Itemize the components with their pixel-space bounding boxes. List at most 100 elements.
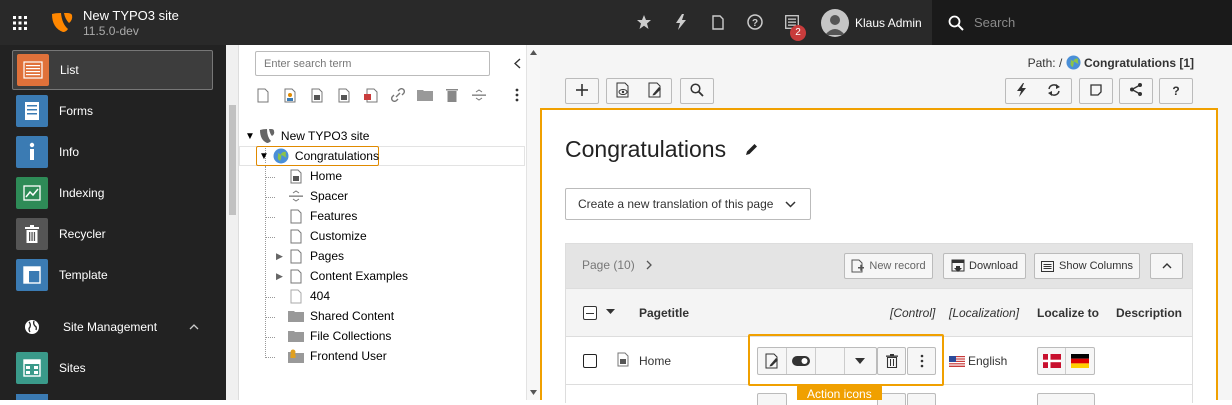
template-icon (16, 259, 48, 291)
module-indexing[interactable]: Indexing (12, 173, 213, 213)
tree-node-pages[interactable]: ▶ Pages (276, 246, 344, 266)
button-label: Show Columns (1059, 260, 1133, 272)
module-menu: List Forms Info Indexing Recycler Templa… (0, 45, 226, 400)
table-header-bar: Page (10) New record Download Show Colum… (566, 244, 1192, 288)
plus-icon (576, 83, 588, 99)
indexing-icon (16, 177, 48, 209)
mountpoint-page-icon[interactable] (336, 86, 352, 104)
module-label: Recycler (59, 227, 106, 241)
translation-select[interactable]: Create a new translation of this page (565, 188, 811, 220)
select-menu-caret-icon[interactable] (606, 309, 615, 314)
expand-triangle-icon[interactable]: ▼ (245, 131, 255, 142)
search-input[interactable] (974, 15, 1224, 30)
next-module-icon (16, 394, 48, 400)
site-name[interactable]: New TYPO3 site (83, 8, 179, 23)
open-documents-icon[interactable] (709, 13, 727, 31)
tree-node-404[interactable]: 404 (288, 286, 330, 306)
action-icons-highlight (748, 334, 944, 386)
help-question-icon: ? (1172, 84, 1180, 98)
module-menu-toggle-grid-icon[interactable] (0, 0, 40, 45)
row-checkbox[interactable] (583, 354, 597, 368)
shortcut-page-icon[interactable] (617, 352, 629, 367)
link-icon[interactable] (390, 86, 406, 104)
module-info[interactable]: Info (12, 132, 213, 172)
user-menu[interactable]: Klaus Admin (812, 0, 932, 45)
recycler-page-icon[interactable] (444, 86, 460, 104)
tree-node-content-examples[interactable]: ▶ Content Examples (276, 266, 408, 286)
tree-node-file-collections[interactable]: File Collections (288, 326, 391, 346)
spacer-menu-icon[interactable] (471, 86, 487, 104)
row-pagetitle[interactable]: Home (639, 354, 671, 368)
external-link-page-icon[interactable] (363, 86, 379, 104)
module-forms[interactable]: Forms (12, 91, 213, 131)
tree-node-congratulations[interactable]: ▼ Congratulations (256, 146, 379, 166)
tree-node-shared-content[interactable]: Shared Content (288, 306, 394, 326)
tree-node-root[interactable]: ▼ New TYPO3 site (245, 126, 369, 146)
module-label: Indexing (59, 186, 105, 200)
select-all-checkbox[interactable] (583, 306, 597, 320)
help-question-icon[interactable]: ? (746, 13, 764, 31)
path-page[interactable]: Congratulations [1] (1084, 56, 1194, 70)
table-title[interactable]: Page (10) (582, 258, 635, 272)
bookmarks-star-icon[interactable] (635, 13, 653, 31)
expand-triangle-icon[interactable]: ▼ (259, 151, 269, 162)
danish-flag-icon[interactable] (1038, 348, 1067, 374)
backend-user-page-icon[interactable] (282, 86, 298, 104)
folder-icon (288, 308, 304, 324)
new-page-icon[interactable] (255, 86, 271, 104)
translation-select-value: Create a new translation of this page (578, 197, 774, 211)
column-header-pagetitle[interactable]: Pagetitle (639, 306, 689, 320)
tree-node-spacer[interactable]: Spacer (288, 186, 348, 206)
module-template[interactable]: Template (12, 255, 213, 295)
reload-icon[interactable] (1047, 83, 1061, 100)
hidden-page-icon (288, 288, 304, 304)
collapsed-triangle-icon[interactable]: ▶ (276, 271, 285, 282)
module-menu-scrollbar[interactable] (226, 45, 239, 400)
german-flag-icon[interactable] (1066, 348, 1094, 374)
clear-cache-lightning-icon[interactable] (672, 13, 690, 31)
list-icon (17, 54, 49, 86)
button-label: New record (869, 260, 926, 272)
edit-pencil-icon[interactable] (745, 135, 758, 162)
bookmark-note-icon (1090, 83, 1102, 99)
notification-badge: 2 (790, 25, 806, 41)
clear-page-cache-lightning-icon[interactable] (1016, 82, 1027, 100)
chevron-right-icon[interactable] (646, 260, 652, 270)
tree-node-customize[interactable]: Customize (288, 226, 367, 246)
add-button[interactable] (565, 78, 599, 104)
svg-text:?: ? (752, 18, 758, 29)
shortcut-page-icon[interactable] (309, 86, 325, 104)
module-sites[interactable]: Sites (12, 348, 213, 388)
collapse-tree-chevron-left-icon[interactable] (514, 58, 521, 69)
edit-page-icon[interactable] (648, 82, 662, 101)
tree-node-frontend-user[interactable]: Frontend User (288, 346, 387, 366)
show-columns-button[interactable]: Show Columns (1034, 253, 1140, 279)
collapse-table-button[interactable] (1150, 253, 1183, 279)
chevron-up-icon[interactable] (189, 324, 199, 330)
button-label: Download (969, 260, 1018, 272)
tree-more-options-icon[interactable] (509, 86, 525, 104)
folder-icon[interactable] (417, 86, 433, 104)
shortcut-bookmark-button[interactable] (1079, 78, 1113, 104)
tree-node-home[interactable]: Home (288, 166, 342, 186)
column-header-description[interactable]: Description (1116, 306, 1182, 320)
typo3-logo-icon[interactable] (50, 10, 74, 34)
site-management-section[interactable]: Site Management (12, 307, 213, 347)
new-record-button[interactable]: New record (844, 253, 933, 279)
view-page-icon[interactable] (616, 82, 630, 101)
collapsed-triangle-icon[interactable]: ▶ (276, 251, 285, 262)
module-list[interactable]: List (12, 50, 213, 90)
share-button[interactable] (1119, 78, 1153, 104)
tree-search-input[interactable] (256, 52, 489, 75)
search-toggle-button[interactable] (680, 78, 714, 104)
globe-icon (24, 319, 40, 335)
main-scrollbar[interactable] (1218, 108, 1232, 400)
chevron-up-icon (1162, 263, 1172, 269)
chevron-down-icon (785, 200, 796, 208)
tree-scrollbar[interactable] (526, 45, 540, 400)
download-button[interactable]: Download (943, 253, 1026, 279)
help-button[interactable]: ? (1159, 78, 1193, 104)
tree-node-features[interactable]: Features (288, 206, 357, 226)
us-flag-icon (949, 355, 965, 367)
module-recycler[interactable]: Recycler (12, 214, 213, 254)
